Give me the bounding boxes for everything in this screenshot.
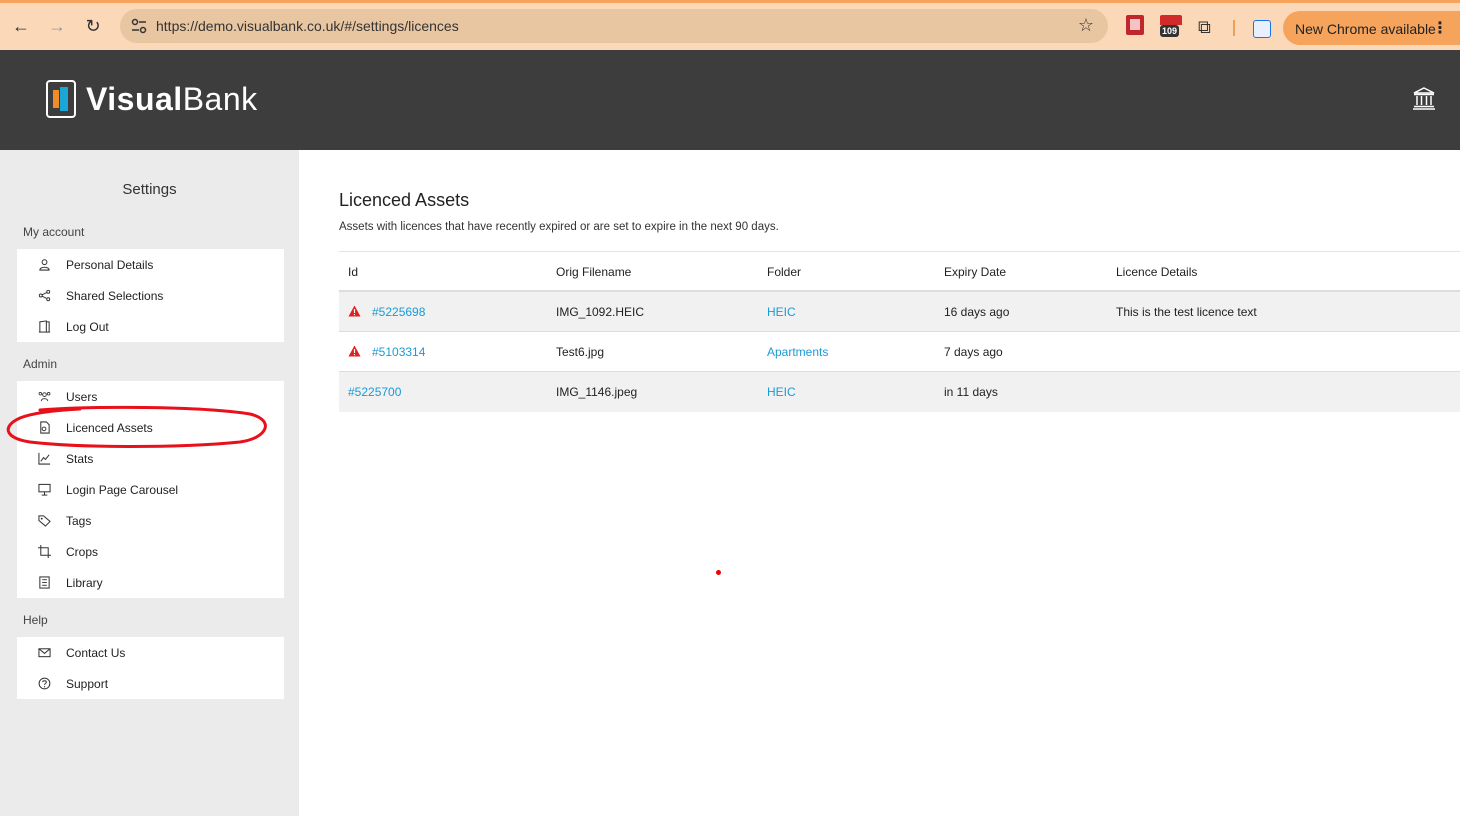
sidebar-item-tags[interactable]: Tags — [17, 505, 284, 536]
sidebar-item-personal-details[interactable]: Personal Details — [17, 249, 284, 280]
crop-icon — [37, 545, 51, 559]
bookmark-star-icon[interactable]: ☆ — [1078, 15, 1094, 36]
page-subtitle: Assets with licences that have recently … — [339, 221, 779, 233]
menu-help: Contact Us Support — [17, 637, 284, 699]
sidebar-item-crops[interactable]: Crops — [17, 536, 284, 567]
asset-id-link[interactable]: #5225698 — [372, 305, 425, 319]
visualbank-logo[interactable]: VisualBank — [46, 80, 258, 118]
column-header-id[interactable]: Id — [348, 265, 358, 279]
menu-admin: Users Licenced Assets Stats Login Page C… — [17, 381, 284, 598]
section-label-my-account: My account — [23, 225, 85, 239]
url-text[interactable]: https://demo.visualbank.co.uk/#/settings… — [156, 18, 459, 34]
asset-id-link[interactable]: #5225700 — [348, 385, 401, 399]
column-header-folder[interactable]: Folder — [767, 265, 801, 279]
kebab-menu-icon[interactable]: ⋮ — [1432, 18, 1448, 38]
asset-filename: IMG_1092.HEIC — [556, 305, 645, 319]
section-label-admin: Admin — [23, 357, 58, 371]
logo-mark-icon — [46, 80, 76, 118]
update-chrome-button[interactable]: New Chrome available ⋮ — [1283, 11, 1460, 45]
table-header-row: Id Orig Filename Folder Expiry Date Lice… — [339, 252, 1460, 292]
sidebar-item-label: Contact Us — [66, 645, 126, 660]
app-header: VisualBank — [0, 50, 1460, 150]
line-chart-icon — [37, 452, 51, 466]
sidebar-item-stats[interactable]: Stats — [17, 443, 284, 474]
column-header-expiry[interactable]: Expiry Date — [944, 265, 1006, 279]
bank-icon[interactable] — [1412, 86, 1436, 110]
sidebar-item-shared-selections[interactable]: Shared Selections — [17, 280, 284, 311]
sidebar-item-login-page-carousel[interactable]: Login Page Carousel — [17, 474, 284, 505]
sidebar-item-label: Crops — [66, 544, 99, 559]
sidebar-item-library[interactable]: Library — [17, 567, 284, 598]
warning-icon — [348, 345, 361, 357]
extension-icon-red[interactable] — [1126, 15, 1144, 35]
cursor-dot — [716, 570, 721, 575]
sidebar-item-users[interactable]: Users — [17, 381, 284, 412]
sidebar-item-label: Login Page Carousel — [66, 482, 179, 497]
asset-filename: Test6.jpg — [556, 345, 605, 359]
section-label-help: Help — [23, 613, 48, 627]
tag-icon — [37, 514, 51, 528]
main-content: Licenced Assets Assets with licences tha… — [299, 150, 1460, 816]
sidebar-item-label: Shared Selections — [66, 288, 164, 303]
asset-id-link[interactable]: #5103314 — [372, 345, 425, 359]
back-icon[interactable]: ← — [9, 14, 33, 38]
forward-icon[interactable]: → — [45, 14, 69, 38]
sidebar-item-log-out[interactable]: Log Out — [17, 311, 284, 342]
file-licence-icon — [37, 421, 51, 435]
sidebar-item-label: Personal Details — [66, 257, 154, 272]
sidebar-item-licenced-assets[interactable]: Licenced Assets — [17, 412, 284, 443]
envelope-icon — [37, 646, 51, 660]
sidebar-item-support[interactable]: Support — [17, 668, 284, 699]
asset-filename: IMG_1146.jpeg — [556, 385, 638, 399]
sidebar-item-label: Support — [66, 676, 109, 691]
table-row[interactable]: #5225700 IMG_1146.jpeg HEIC in 11 days — [339, 372, 1460, 412]
column-header-licence-details[interactable]: Licence Details — [1116, 265, 1197, 279]
toolbar-divider — [1233, 20, 1235, 36]
extension-badge: 109 — [1160, 25, 1180, 37]
book-icon — [37, 576, 51, 590]
table-row[interactable]: #5103314 Test6.jpg Apartments 7 days ago — [339, 332, 1460, 372]
question-circle-icon — [37, 677, 51, 691]
users-icon — [37, 390, 51, 404]
asset-expiry: 7 days ago — [944, 345, 1003, 359]
extensions-puzzle-icon[interactable]: ⧉ — [1198, 17, 1218, 37]
licenced-assets-table: Id Orig Filename Folder Expiry Date Lice… — [339, 251, 1460, 412]
sidebar-item-label: Library — [66, 575, 103, 590]
asset-expiry: 16 days ago — [944, 305, 1010, 319]
asset-folder-link[interactable]: HEIC — [767, 305, 796, 319]
asset-folder-link[interactable]: HEIC — [767, 385, 796, 399]
sidebar-item-label: Users — [66, 389, 98, 404]
reload-icon[interactable]: ↻ — [81, 14, 105, 38]
menu-my-account: Personal Details Shared Selections Log O… — [17, 249, 284, 342]
extension-icon-calendar[interactable]: 109 — [1160, 15, 1182, 37]
warning-icon — [348, 305, 361, 317]
column-header-filename[interactable]: Orig Filename — [556, 265, 631, 279]
settings-sidebar: Settings My account Personal Details Sha… — [0, 150, 299, 816]
presentation-icon — [37, 483, 51, 497]
browser-toolbar: ← → ↻ https://demo.visualbank.co.uk/#/se… — [0, 0, 1460, 50]
table-row[interactable]: #5225698 IMG_1092.HEIC HEIC 16 days ago … — [339, 292, 1460, 332]
asset-licence-details: This is the test licence text — [1116, 305, 1257, 319]
sidebar-item-contact-us[interactable]: Contact Us — [17, 637, 284, 668]
sidebar-item-label: Tags — [66, 513, 92, 528]
sidebar-item-label: Stats — [66, 451, 94, 466]
user-icon — [37, 258, 51, 272]
sidebar-item-label: Log Out — [66, 319, 109, 334]
address-bar[interactable]: https://demo.visualbank.co.uk/#/settings… — [120, 9, 1108, 43]
logo-text: VisualBank — [86, 80, 258, 117]
page-title: Licenced Assets — [339, 190, 470, 210]
sidebar-title: Settings — [122, 181, 177, 198]
asset-folder-link[interactable]: Apartments — [767, 345, 828, 359]
extension-icon-blue[interactable] — [1253, 20, 1271, 38]
share-icon — [37, 289, 51, 303]
update-chrome-label: New Chrome available — [1295, 21, 1436, 37]
sidebar-item-label: Licenced Assets — [66, 420, 153, 435]
door-icon — [37, 320, 51, 334]
asset-expiry: in 11 days — [944, 385, 998, 399]
site-settings-icon[interactable] — [130, 17, 148, 35]
